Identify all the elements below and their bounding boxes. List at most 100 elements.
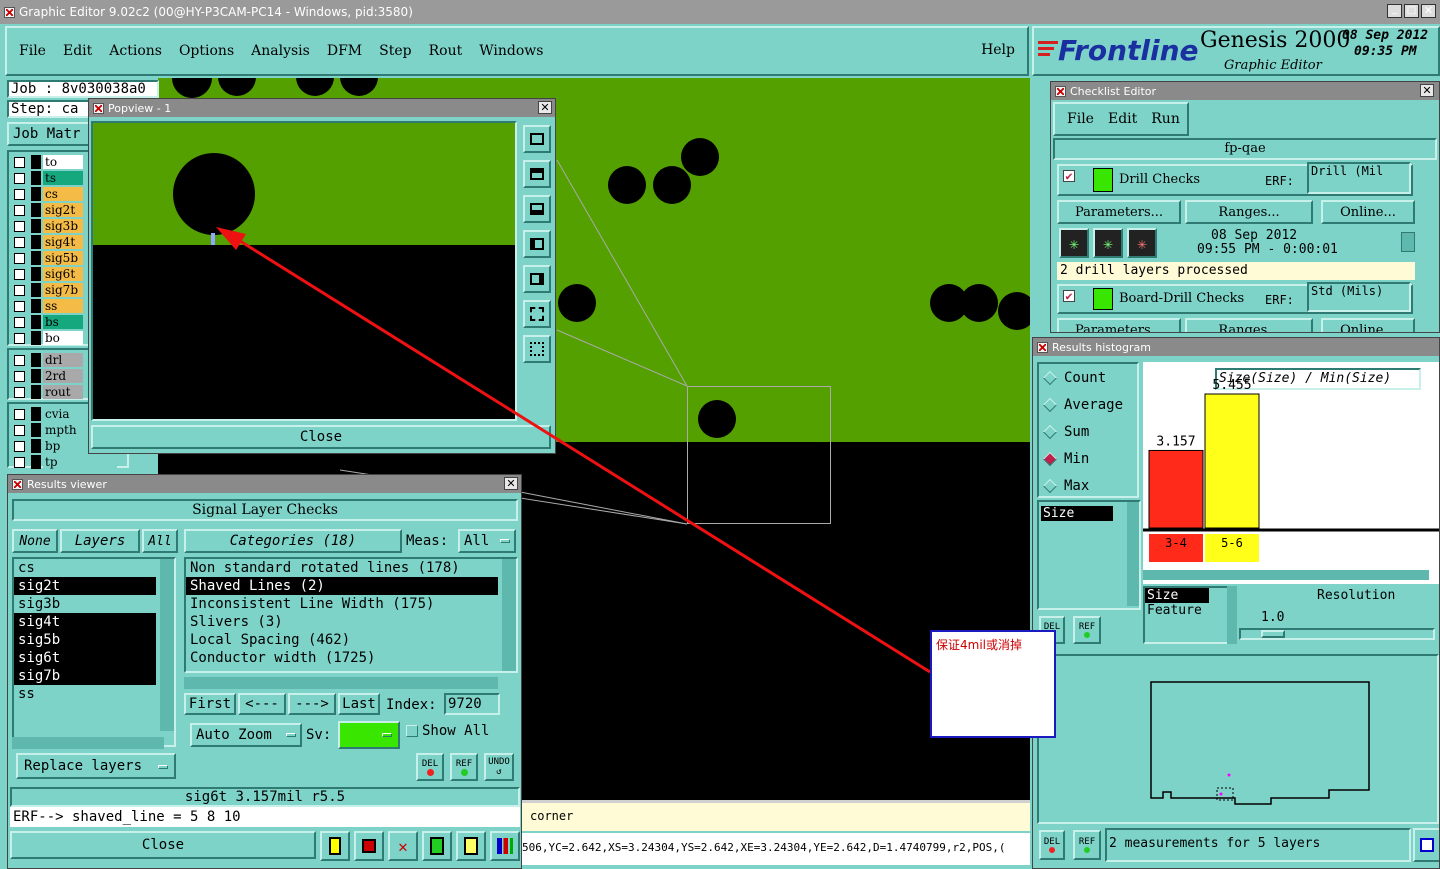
drill-ranges-button[interactable]: Ranges... <box>1185 200 1313 224</box>
layer-name[interactable]: sig6t <box>43 267 83 281</box>
layer-checkbox[interactable] <box>14 284 25 296</box>
result-layer-item[interactable]: sig4t <box>14 613 156 631</box>
layer-row[interactable]: bs <box>9 314 89 330</box>
layer-checkbox[interactable] <box>14 424 25 436</box>
pan-right-icon[interactable] <box>523 265 551 293</box>
layer-row[interactable]: bo <box>9 330 89 346</box>
layer-name[interactable]: sig3b <box>43 219 83 233</box>
layer-name[interactable]: 2rd <box>43 369 83 383</box>
layers-none-button[interactable]: None <box>12 529 58 553</box>
layer-checkbox[interactable] <box>14 370 25 382</box>
layer-row[interactable]: cs <box>9 186 89 202</box>
pan-left-icon[interactable] <box>523 230 551 258</box>
layers-hscroll[interactable] <box>12 737 164 749</box>
checklist-menu-file[interactable]: File <box>1067 111 1094 127</box>
statistic-option-max[interactable]: Max <box>1039 472 1137 499</box>
result-layer-item[interactable]: cs <box>14 559 156 577</box>
categories-hscroll[interactable] <box>184 677 498 689</box>
attribute-list-scroll[interactable] <box>1127 502 1139 606</box>
histogram-bar[interactable] <box>1148 449 1204 529</box>
categories-vscroll[interactable] <box>502 559 516 671</box>
attribute-item[interactable]: Size <box>1041 506 1113 521</box>
drill-parameters-button[interactable]: Parameters... <box>1057 200 1181 224</box>
result-layer-item[interactable]: sig5b <box>14 631 156 649</box>
layer-row[interactable]: sig6t <box>9 266 89 282</box>
report-window-icon[interactable] <box>1413 828 1439 862</box>
board-drill-erf-field[interactable]: Std (Mils) <box>1307 282 1411 312</box>
layer-name[interactable]: sig2t <box>43 203 83 217</box>
layer-row[interactable]: rout <box>9 384 89 400</box>
layer-name[interactable]: ts <box>43 171 83 185</box>
index-input[interactable]: 9720 <box>444 693 500 715</box>
layer-row[interactable]: tp <box>9 454 127 470</box>
layer-name[interactable]: sig7b <box>43 283 83 297</box>
size-label[interactable]: Size <box>1145 588 1209 603</box>
layer-name[interactable]: sig4t <box>43 235 83 249</box>
categories-button[interactable]: Categories (18) <box>184 529 402 553</box>
popview-close-button[interactable]: Close <box>91 425 551 449</box>
popview-close-icon[interactable]: ✕ <box>538 101 552 114</box>
result-layer-item[interactable]: sig6t <box>14 649 156 667</box>
layer-row[interactable]: sig5b <box>9 250 89 266</box>
board-drill-ranges-button[interactable]: Ranges... <box>1185 318 1313 332</box>
layer-checkbox[interactable] <box>14 220 25 232</box>
size-feature-scroll[interactable] <box>1227 586 1237 644</box>
radio-diamond-icon[interactable] <box>1042 451 1058 466</box>
resolution-slider-thumb[interactable] <box>1261 630 1285 638</box>
layers-all-button[interactable]: All <box>142 529 178 553</box>
notes-icon[interactable] <box>456 831 486 861</box>
clear-icon[interactable]: ✕ <box>388 831 418 861</box>
stop-check-icon[interactable]: ✳ <box>1127 228 1157 258</box>
layer-checkbox[interactable] <box>14 236 25 248</box>
preview-refresh-button[interactable]: REF <box>1073 830 1101 860</box>
histogram-hscroll[interactable] <box>1143 570 1429 580</box>
statistic-option-min[interactable]: Min <box>1039 445 1137 472</box>
resolution-slider[interactable] <box>1239 628 1435 640</box>
layer-row[interactable]: sig7b <box>9 282 89 298</box>
layer-checkbox[interactable] <box>14 268 25 280</box>
drill-online-button[interactable]: Online... <box>1321 200 1415 224</box>
result-category-item[interactable]: Non standard rotated lines (178) <box>186 559 498 577</box>
results-close-button[interactable]: Close <box>10 831 316 859</box>
report-icon[interactable] <box>422 831 452 861</box>
layers-vscroll[interactable] <box>160 559 174 731</box>
layer-checkbox[interactable] <box>14 156 25 168</box>
layer-row[interactable]: to <box>9 154 89 170</box>
statistic-option-average[interactable]: Average <box>1039 391 1137 418</box>
layer-row[interactable]: sig2t <box>9 202 89 218</box>
feature-label[interactable]: Feature <box>1145 603 1233 618</box>
result-category-item[interactable]: Slivers (3) <box>186 613 498 631</box>
last-button[interactable]: Last <box>338 693 380 715</box>
zoom-fit-icon[interactable] <box>523 125 551 153</box>
result-layer-item[interactable]: ss <box>14 685 156 703</box>
radio-diamond-icon[interactable] <box>1042 370 1058 385</box>
layer-checkbox[interactable] <box>14 332 25 344</box>
layer-checkbox[interactable] <box>14 316 25 328</box>
checklist-expand-icon[interactable] <box>1401 232 1415 252</box>
zoom-out-icon[interactable] <box>523 335 551 363</box>
result-category-item[interactable]: Conductor width (1725) <box>186 649 498 667</box>
layer-name[interactable]: ss <box>43 299 83 313</box>
checklist-menu-run[interactable]: Run <box>1151 111 1180 127</box>
histogram-icon[interactable] <box>490 831 520 861</box>
drill-check-checkbox[interactable]: ✔ <box>1063 170 1075 182</box>
layer-row[interactable]: sig3b <box>9 218 89 234</box>
checklist-close-icon[interactable]: ✕ <box>1420 84 1434 97</box>
pan-up-icon[interactable] <box>523 160 551 188</box>
layer-checkbox[interactable] <box>14 408 25 420</box>
meas-dropdown[interactable]: All <box>458 529 516 553</box>
layer-checkbox[interactable] <box>14 440 25 452</box>
layer-row[interactable]: sig4t <box>9 234 89 250</box>
layer-row[interactable]: ss <box>9 298 89 314</box>
stop-icon[interactable] <box>354 831 384 861</box>
delete-button[interactable]: DEL <box>416 753 444 781</box>
layer-name[interactable]: sig5b <box>43 251 83 265</box>
next-button[interactable]: ---> <box>288 693 336 715</box>
run-check-icon[interactable]: ✳ <box>1059 228 1089 258</box>
result-layer-item[interactable]: sig3b <box>14 595 156 613</box>
layer-row[interactable]: ts <box>9 170 89 186</box>
radio-diamond-icon[interactable] <box>1042 478 1058 493</box>
results-viewer-close-icon[interactable]: ✕ <box>504 477 518 490</box>
layer-checkbox[interactable] <box>14 252 25 264</box>
drill-erf-field[interactable]: Drill (Mil <box>1307 162 1411 194</box>
